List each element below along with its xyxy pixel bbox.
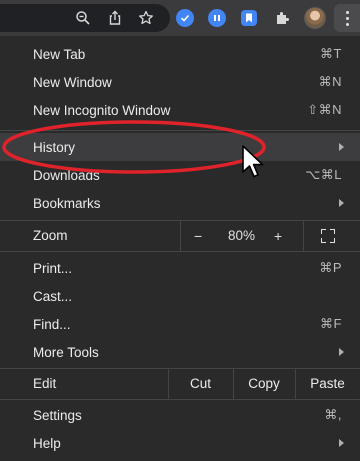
zoom-level-value: 80% <box>228 228 256 243</box>
extension-check-icon[interactable] <box>176 9 194 27</box>
paste-button[interactable]: Paste <box>295 376 360 391</box>
menu-item-cast[interactable]: Cast... <box>0 282 360 310</box>
bookmark-star-icon[interactable] <box>136 8 156 28</box>
menu-item-shortcut: ⌘F <box>320 316 342 331</box>
menu-item-print[interactable]: Print... ⌘P <box>0 254 360 282</box>
chrome-main-menu: New Tab ⌘T New Window ⌘N New Incognito W… <box>0 36 360 461</box>
annotation-ellipse <box>2 120 266 174</box>
zoom-in-button[interactable]: + <box>274 228 282 244</box>
menu-divider <box>0 399 360 400</box>
menu-item-shortcut: ⌘P <box>319 260 342 275</box>
menu-item-shortcut: ⌘, <box>324 407 342 422</box>
menu-item-label: More Tools <box>33 344 99 360</box>
extension-pause-icon[interactable] <box>208 9 226 27</box>
edit-label: Edit <box>33 376 57 391</box>
submenu-arrow-icon <box>339 439 344 447</box>
more-menu-icon[interactable] <box>334 4 360 32</box>
menu-item-shortcut: ⇧⌘N <box>307 102 342 117</box>
extensions-puzzle-icon[interactable] <box>272 8 292 28</box>
zoom-icon[interactable] <box>73 8 93 28</box>
fullscreen-icon[interactable] <box>321 229 335 243</box>
menu-item-label: Help <box>33 435 61 451</box>
menu-item-new-window[interactable]: New Window ⌘N <box>0 68 360 96</box>
menu-divider <box>0 251 360 252</box>
zoom-label: Zoom <box>33 228 68 243</box>
menu-item-label: New Tab <box>33 46 86 62</box>
menu-item-label: Bookmarks <box>33 195 101 211</box>
menu-item-label: Cast... <box>33 288 73 304</box>
profile-avatar[interactable] <box>304 7 326 29</box>
menu-item-shortcut: ⌥⌘L <box>305 167 342 182</box>
menu-item-label: Find... <box>33 316 71 332</box>
menu-item-help[interactable]: Help <box>0 429 360 457</box>
zoom-control-row: Zoom − 80% + <box>0 221 360 251</box>
submenu-arrow-icon <box>339 348 344 356</box>
zoom-out-button[interactable]: − <box>194 228 202 244</box>
menu-item-shortcut: ⌘T <box>320 46 342 61</box>
cut-button[interactable]: Cut <box>168 376 233 391</box>
zoom-separator <box>303 221 304 251</box>
menu-item-find[interactable]: Find... ⌘F <box>0 310 360 338</box>
share-icon[interactable] <box>105 8 125 28</box>
menu-item-label: New Incognito Window <box>33 102 171 118</box>
menu-item-new-tab[interactable]: New Tab ⌘T <box>0 40 360 68</box>
zoom-separator <box>180 221 181 251</box>
menu-item-settings[interactable]: Settings ⌘, <box>0 401 360 429</box>
edit-control-row: Edit Cut Copy Paste <box>0 369 360 399</box>
copy-button[interactable]: Copy <box>233 376 295 391</box>
menu-item-label: Settings <box>33 407 82 423</box>
menu-item-label: Print... <box>33 260 73 276</box>
extension-bookmark-icon[interactable] <box>239 8 259 28</box>
menu-item-shortcut: ⌘N <box>318 74 342 89</box>
menu-item-bookmarks[interactable]: Bookmarks <box>0 189 360 217</box>
submenu-arrow-icon <box>339 143 344 151</box>
submenu-arrow-icon <box>339 199 344 207</box>
browser-toolbar <box>0 0 360 36</box>
menu-item-more-tools[interactable]: More Tools <box>0 338 360 366</box>
mouse-pointer-icon <box>242 145 264 178</box>
menu-item-label: New Window <box>33 74 112 90</box>
